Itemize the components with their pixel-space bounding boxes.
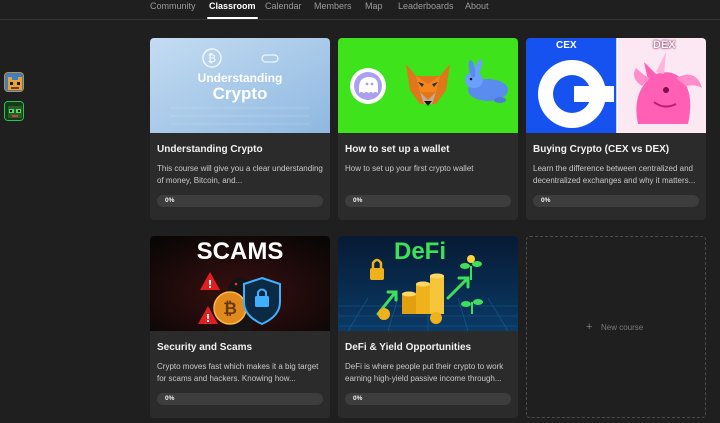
course-description: This course will give you a clear unders… [157,164,323,185]
progress-label: 0% [165,395,175,402]
course-thumbnail: CEX DEX [526,38,706,133]
course-thumbnail: ₿ ! ! SCAMS [150,236,330,331]
pixel-character-icon [5,73,23,91]
tab-members[interactable]: Members [314,1,352,11]
progress-label: 0% [541,197,551,204]
active-tab-indicator [207,17,258,19]
coin-icon [378,308,390,320]
tab-calendar[interactable]: Calendar [265,1,302,11]
course-card-understanding-crypto[interactable]: ₿ Understanding Crypto Understanding Cry… [150,38,330,220]
bitcoin-coin-icon: ₿ [213,291,247,325]
course-title: How to set up a wallet [345,144,450,155]
course-description: Learn the difference between centralized… [533,164,696,185]
pixel-mask-icon [5,102,23,120]
tab-about[interactable]: About [465,1,489,11]
tab-classroom[interactable]: Classroom [207,1,258,19]
course-card-buying-crypto[interactable]: CEX DEX Buying Crypto (CEX vs DEX) Learn… [526,38,706,220]
svg-text:₿: ₿ [223,299,237,319]
cex-label: CEX [556,40,577,51]
top-navigation: Community Classroom Calendar Members Map… [0,0,720,20]
thumbnail-title-line-1: Understanding [197,71,283,85]
course-thumbnail: ₿ Understanding Crypto [150,38,330,133]
thumbnail-title: DeFi [394,238,447,265]
community-avatar-2[interactable] [4,101,24,121]
community-avatar-1[interactable] [4,72,24,92]
tab-map[interactable]: Map [365,1,383,11]
svg-text:!: ! [207,278,212,291]
progress-bar: 0% [157,195,323,207]
course-card-setup-wallet[interactable]: How to set up a wallet How to set up you… [338,38,518,220]
progress-label: 0% [165,197,175,204]
progress-label: 0% [353,395,363,402]
course-card-defi-yield[interactable]: DeFi DeFi & Yield Opportunities DeFi is … [338,236,518,418]
course-title: DeFi & Yield Opportunities [345,342,472,353]
course-description: How to set up your first crypto wallet [345,164,474,173]
thumbnail-title-line-2: Crypto [212,84,268,103]
course-card-security-scams[interactable]: ₿ ! ! SCAMS Security and Scams Crypto mo… [150,236,330,418]
progress-bar: 0% [157,393,323,405]
progress-bar: 0% [345,195,511,207]
tab-community[interactable]: Community [150,1,196,11]
coin-icon [430,312,442,324]
course-thumbnail: DeFi [338,236,518,331]
svg-text:₿: ₿ [208,52,216,65]
tab-leaderboards[interactable]: Leaderboards [398,1,454,11]
course-title: Buying Crypto (CEX vs DEX) [533,144,670,155]
progress-bar: 0% [533,195,699,207]
progress-label: 0% [353,197,363,204]
course-description: Crypto moves fast which makes it a big t… [157,362,319,383]
new-course-button[interactable]: + New course [526,236,706,418]
ghost-wallet-icon [350,68,386,104]
plus-icon: + [586,321,593,333]
dex-label: DEX [653,39,676,51]
svg-text:!: ! [205,312,210,325]
course-description: DeFi is where people put their crypto to… [345,362,504,383]
progress-bar: 0% [345,393,511,405]
thumbnail-title: SCAMS [196,238,284,265]
new-course-label: New course [601,323,644,332]
course-thumbnail [338,38,518,133]
course-title: Security and Scams [157,342,253,353]
course-title: Understanding Crypto [157,144,263,155]
tab-classroom-label: Classroom [209,1,256,11]
